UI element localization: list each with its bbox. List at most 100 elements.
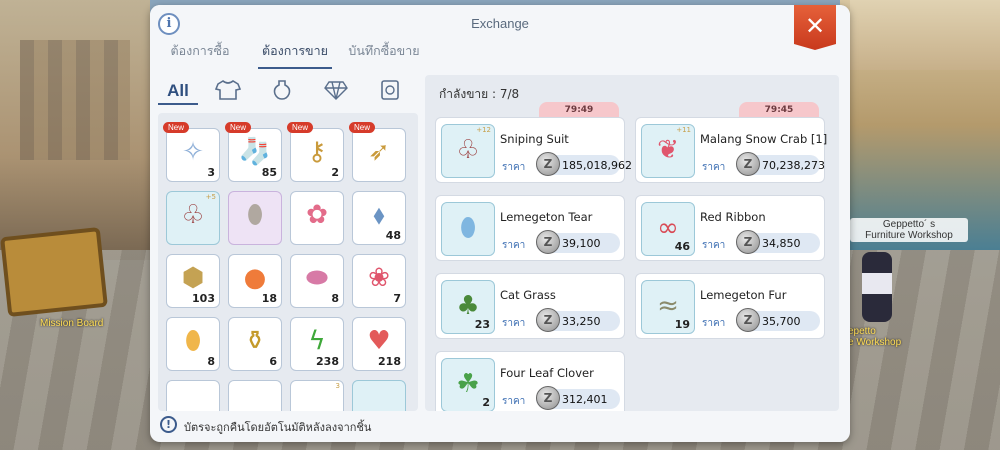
christmas-stocking-icon: 🧦 [238,137,272,167]
npc-ground-label-line2: e Workshop [848,337,902,348]
mango-icon: ⬮ [184,326,202,356]
npc-character-sprite[interactable] [862,252,892,322]
dialog-titlebar: i Exchange [150,5,850,41]
golden-vase-icon: ⚱ [244,326,266,356]
sniping-suit-icon: ♧ [181,200,205,230]
inventory-slot[interactable]: 3 [290,380,344,411]
four-leaf-clover-icon: ☘ [456,369,480,399]
exchange-dialog: i Exchange ✕ ต้องการซื้อ ต้องการขาย บันท… [150,5,850,442]
refine-level: +5 [205,193,216,201]
listing-card[interactable]: ♣ 23 Cat Grass ราคา Z 33,250 [435,273,625,339]
inventory-slot[interactable]: ⬧ 48 [352,191,406,245]
green-lightning-icon: ϟ [308,326,326,356]
zeny-coin-icon: Z [536,308,560,332]
apple-juice-icon: ● [243,263,267,293]
inventory-slot[interactable]: ϟ 238 [290,317,344,371]
listing-thumbnail: ∞ 46 [641,202,695,256]
inventory-slot[interactable]: ♧ +5 [166,191,220,245]
item-quantity: 8 [207,355,215,368]
mission-board-label: Mission Board [40,318,104,329]
listing-card[interactable]: ⬮ Lemegeton Tear ราคา Z 39,100 [435,195,625,261]
npc-name-tag[interactable]: Geppetto´ s Furniture Workshop [850,218,968,242]
inventory-slot[interactable]: 🧦 85 New [225,122,282,182]
inventory-slot[interactable]: ✧ 3 New [163,122,220,182]
listing-thumbnail: ♣ 23 [441,280,495,334]
pink-bud-icon: ⬬ [305,263,329,293]
inventory-grid: ✧ 3 New 🧦 85 New ⚷ 2 New ➶ New ♧ +5 ⬮ ✿ ⬧ 48 ⬢ 103 ● 18 ⬬ 8 ❀ 7 ⬮… [158,113,418,411]
listing-card[interactable]: ☘ 2 Four Leaf Clover ราคา Z 312,401 [435,351,625,411]
water-drop-icon: ⬮ [459,213,477,243]
candy-icon: ❀ [368,263,390,293]
inventory-slot[interactable]: ❀ 7 [352,254,406,308]
listing-name: Lemegeton Fur [700,288,787,302]
zeny-coin-icon: Z [536,386,560,410]
listing-card[interactable]: ♧ +12 Sniping Suit ราคา Z 185,018,962 [435,117,632,183]
red-ribbon-icon: ∞ [657,213,679,243]
item-quantity: 19 [674,318,690,331]
listing-card[interactable]: ≈19 Lemegeton Fur ราคา Z 35,700 [635,273,825,339]
item-quantity: 48 [385,229,401,242]
sniping-suit-icon: ♧ [456,135,480,165]
npc-name-line2: Furniture Workshop [865,230,953,241]
shirt-icon [214,80,242,100]
leopard-bag-icon: ⬢ [181,263,205,293]
tab-history[interactable]: บันทึกซื้อขาย [344,41,424,69]
item-quantity: 85 [261,166,277,179]
inventory-slot[interactable] [352,380,406,411]
listing-thumbnail: ⬮ [441,202,495,256]
listing-price: 34,850 [762,237,801,250]
zeny-coin-icon: Z [536,152,560,176]
inventory-slot[interactable]: ➶ New [349,122,406,182]
price-label: ราคา [502,396,526,407]
card-icon [381,80,399,100]
inventory-slot[interactable]: ⬬ 8 [290,254,344,308]
listing-thumbnail: ❦ +11 [641,124,695,178]
selling-count-label: กำลังขาย : 7/8 [439,87,520,101]
tab-buy[interactable]: ต้องการซื้อ [160,41,240,69]
tab-sell[interactable]: ต้องการขาย [258,41,332,69]
price-label: ราคา [502,240,526,251]
inventory-slot[interactable]: ♥ 218 [352,317,406,371]
feather-icon: ✧ [182,137,204,167]
inventory-slot[interactable]: ● 18 [228,254,282,308]
inventory-slot[interactable]: ✿ [290,191,344,245]
zeny-coin-icon: Z [736,230,760,254]
inventory-slot[interactable]: ⬢ 103 [166,254,220,308]
listing-name: Cat Grass [500,288,556,302]
category-card[interactable] [370,79,410,105]
listing-name: Lemegeton Tear [500,210,593,224]
listing-thumbnail: ☘ 2 [441,358,495,411]
inventory-panel: All ✧ 3 New 🧦 85 New ⚷ 2 New ➶ New ♧ +5 ⬮ ✿ ⬧ 48 ⬢ 103 ● 18 ⬬… [158,75,418,411]
inventory-slot[interactable]: ⚱ 6 [228,317,282,371]
listing-thumbnail: ≈19 [641,280,695,334]
new-badge: New [287,122,314,133]
listing-card[interactable]: ❦ +11 Malang Snow Crab [1] ราคา Z 70,238,273 [635,117,827,183]
item-quantity: 2 [331,166,339,179]
npc-name-line1: Geppetto´ s [882,219,936,230]
new-badge: New [163,122,190,133]
inventory-slot[interactable]: ⬮ [228,191,282,245]
item-quantity: 2 [482,396,490,409]
mission-board-sprite[interactable] [0,226,108,318]
category-gem[interactable] [316,79,356,105]
inventory-slot[interactable] [166,380,220,411]
category-equipment[interactable] [208,79,248,105]
inventory-slot[interactable]: ⚷ 2 New [287,122,344,182]
close-button[interactable]: ✕ [794,5,836,50]
zeny-coin-icon: Z [736,308,760,332]
inventory-slot[interactable]: ⬮ 8 [166,317,220,371]
item-quantity: 3 [207,166,215,179]
background-building-window [20,40,130,160]
category-filter-row: All [158,75,418,109]
wing-staff-icon: ➶ [368,137,390,167]
refine-level: +12 [476,126,491,134]
listing-card[interactable]: ∞ 46 Red Ribbon ราคา Z 34,850 [635,195,825,261]
silver-leaf-icon: ⬮ [246,200,264,230]
new-badge: New [225,122,252,133]
category-all[interactable]: All [158,79,198,105]
category-consumable[interactable] [262,79,302,105]
selling-panel: กำลังขาย : 7/8 79:49 ♧ +12 Sniping Suit ราคา… [425,75,839,411]
inventory-slot[interactable] [228,380,282,411]
fur-icon: ≈ [657,291,679,321]
listing-price: 312,401 [562,393,608,406]
